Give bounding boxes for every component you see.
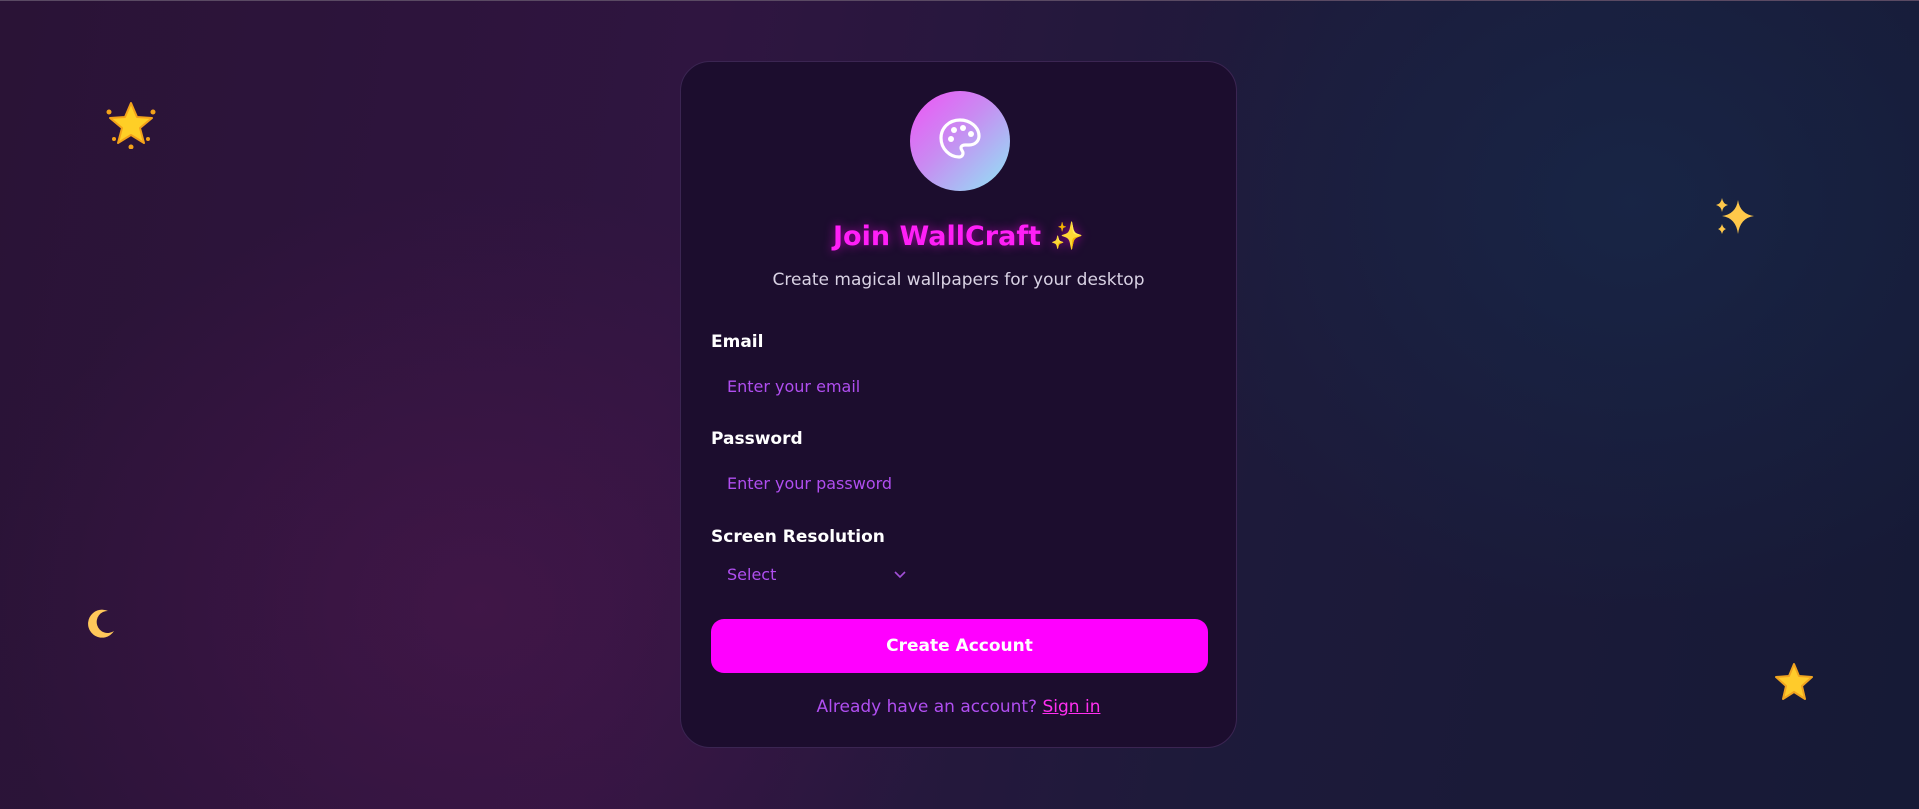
chevron-down-icon: [893, 565, 907, 584]
palette-icon: [937, 116, 983, 166]
page-subtitle: Create magical wallpapers for your deskt…: [772, 270, 1145, 290]
page-title: Join WallCraft ✨: [832, 221, 1085, 252]
signin-prompt-text: Already have an account?: [816, 697, 1038, 717]
signup-card: Join WallCraft ✨ Create magical wallpape…: [680, 61, 1237, 748]
email-field[interactable]: [711, 367, 1208, 405]
signin-link[interactable]: Sign in: [1042, 697, 1100, 717]
star-icon: [1774, 662, 1814, 702]
glowing-star-icon: [106, 99, 156, 149]
logo: [910, 91, 1010, 191]
resolution-select-value: Select: [727, 564, 777, 584]
resolution-select[interactable]: Select: [711, 556, 923, 592]
top-border: [0, 0, 1919, 1]
email-label: Email: [711, 332, 764, 352]
signin-prompt: Already have an account? Sign in: [681, 697, 1236, 717]
password-label: Password: [711, 429, 803, 449]
resolution-label: Screen Resolution: [711, 527, 885, 547]
sparkles-icon: [1714, 196, 1756, 238]
crescent-moon-icon: [84, 607, 118, 641]
create-account-button[interactable]: Create Account: [711, 619, 1208, 673]
password-field[interactable]: [711, 464, 1208, 502]
